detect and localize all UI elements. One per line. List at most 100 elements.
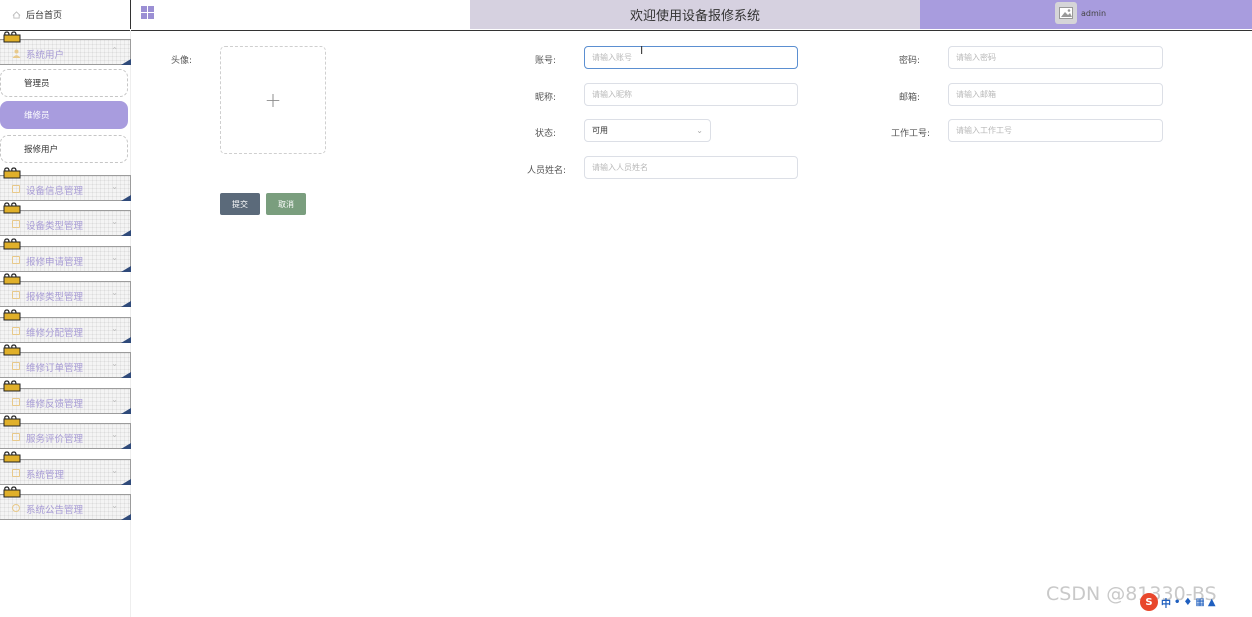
workno-label: 工作工号: [890, 129, 930, 139]
document-icon [12, 291, 20, 299]
document-icon [12, 327, 20, 335]
email-input[interactable] [948, 83, 1163, 106]
status-label: 状态: [534, 129, 556, 139]
home-link[interactable]: 后台首页 [0, 0, 131, 29]
ime-logo-icon: S [1140, 593, 1158, 611]
chevron-down-icon: ⌄ [111, 324, 118, 333]
binder-clip-icon [3, 451, 21, 463]
chevron-down-icon: ⌄ [111, 288, 118, 297]
chevron-down-icon: ⌄ [696, 126, 703, 135]
binder-clip-icon [3, 167, 21, 179]
sidebar-menu-label: 报修申请管理 [26, 257, 84, 268]
punctuation-icon[interactable]: • [1174, 597, 1180, 608]
sidebar-menu-device-info[interactable]: 设备信息管理 ⌄ [0, 167, 131, 201]
page-title: 欢迎使用设备报修系统 [470, 0, 920, 29]
sidebar-menu-repair-request[interactable]: 报修申请管理 ⌄ [0, 238, 131, 272]
microphone-icon[interactable]: ♦ [1183, 597, 1192, 608]
text-cursor-icon: I [640, 44, 644, 57]
chevron-down-icon: ⌄ [111, 430, 118, 439]
sidebar-menu-label: 维修分配管理 [26, 328, 84, 339]
sidebar-menu-label: 设备信息管理 [26, 186, 84, 197]
name-input[interactable] [584, 156, 798, 179]
chevron-down-icon: ⌄ [111, 217, 118, 226]
workno-input[interactable] [948, 119, 1163, 142]
sidebar-menu-label: 维修订单管理 [26, 363, 84, 374]
sidebar-menu-label: 系统用户 [26, 50, 65, 61]
skin-icon[interactable]: ▲ [1208, 597, 1216, 608]
settings-icon [12, 469, 20, 477]
keyboard-icon[interactable]: ▦ [1195, 597, 1204, 608]
info-icon [12, 504, 20, 512]
ime-toolbar[interactable]: S 中 • ♦ ▦ ▲ [1140, 592, 1252, 612]
plus-icon: + [264, 88, 282, 112]
document-icon [12, 398, 20, 406]
sidebar-menu-device-type[interactable]: 设备类型管理 ⌄ [0, 202, 131, 236]
binder-clip-icon [3, 238, 21, 250]
sidebar-item-repair-user[interactable]: 报修用户 [0, 135, 128, 163]
binder-clip-icon [3, 415, 21, 427]
account-input[interactable] [584, 46, 798, 69]
avatar-label: 头像: [170, 56, 192, 66]
home-icon [12, 10, 21, 19]
chevron-down-icon: ⌄ [111, 182, 118, 191]
binder-clip-icon [3, 380, 21, 392]
submit-button[interactable]: 提交 [220, 193, 260, 215]
sidebar-menu-label: 系统管理 [26, 470, 65, 481]
sidebar-item-admin[interactable]: 管理员 [0, 69, 128, 97]
sidebar-item-label: 维修员 [24, 111, 50, 121]
sidebar-menu-repair-assign[interactable]: 维修分配管理 ⌄ [0, 309, 131, 343]
top-bar: 后台首页 欢迎使用设备报修系统 admin [0, 0, 1252, 31]
home-label: 后台首页 [26, 11, 63, 21]
status-select[interactable]: 可用 ⌄ [584, 119, 711, 142]
binder-clip-icon [3, 202, 21, 214]
cancel-button[interactable]: 取消 [266, 193, 306, 215]
image-icon [1059, 7, 1073, 19]
name-label: 人员姓名: [526, 166, 566, 176]
avatar[interactable] [1055, 2, 1077, 24]
system-title: 欢迎使用设备报修系统 [629, 9, 760, 24]
sidebar-menu-repair-type[interactable]: 报修类型管理 ⌄ [0, 273, 131, 307]
document-icon [12, 220, 20, 228]
avatar-upload[interactable]: + [220, 46, 326, 154]
document-icon [12, 362, 20, 370]
sidebar: 系统用户 ⌃ 管理员 维修员 报修用户 设备信息管理 ⌄ 设备类型管理 ⌄ 报修… [0, 30, 131, 617]
binder-clip-icon [3, 486, 21, 498]
user-panel[interactable]: admin [920, 0, 1252, 29]
sidebar-menu-repair-order[interactable]: 维修订单管理 ⌄ [0, 344, 131, 378]
menu-toggle-icon[interactable] [141, 6, 154, 19]
sidebar-menu-system-manage[interactable]: 系统管理 ⌄ [0, 451, 131, 485]
password-input[interactable] [948, 46, 1163, 69]
binder-clip-icon [3, 344, 21, 356]
account-label: 账号: [534, 56, 556, 66]
sidebar-menu-service-review[interactable]: 服务评价管理 ⌄ [0, 415, 131, 449]
chevron-down-icon: ⌄ [111, 395, 118, 404]
sidebar-menu-announcement[interactable]: 系统公告管理 ⌄ [0, 486, 131, 520]
password-label: 密码: [898, 56, 920, 66]
document-icon [12, 185, 20, 193]
sidebar-item-repairman[interactable]: 维修员 [0, 101, 128, 129]
email-label: 邮箱: [898, 93, 920, 103]
sidebar-menu-label: 服务评价管理 [26, 434, 84, 445]
binder-clip-icon [3, 273, 21, 285]
username: admin [1081, 9, 1107, 18]
chevron-down-icon: ⌄ [111, 466, 118, 475]
binder-clip-icon [3, 309, 21, 321]
binder-clip-icon [3, 31, 21, 43]
sidebar-menu-system-users[interactable]: 系统用户 ⌃ [0, 31, 131, 65]
user-icon [12, 49, 21, 58]
chevron-down-icon: ⌄ [111, 253, 118, 262]
sidebar-menu-label: 系统公告管理 [26, 505, 84, 516]
chevron-down-icon: ⌄ [111, 359, 118, 368]
sidebar-item-label: 管理员 [24, 79, 50, 89]
document-icon [12, 256, 20, 264]
sidebar-menu-repair-feedback[interactable]: 维修反馈管理 ⌄ [0, 380, 131, 414]
ime-mode[interactable]: 中 [1161, 595, 1171, 610]
nickname-input[interactable] [584, 83, 798, 106]
document-icon [12, 433, 20, 441]
chevron-up-icon: ⌃ [111, 46, 118, 55]
sidebar-item-label: 报修用户 [24, 145, 59, 155]
chevron-down-icon: ⌄ [111, 501, 118, 510]
sidebar-menu-label: 报修类型管理 [26, 292, 84, 303]
sidebar-menu-label: 设备类型管理 [26, 221, 84, 232]
status-value: 可用 [592, 126, 608, 135]
